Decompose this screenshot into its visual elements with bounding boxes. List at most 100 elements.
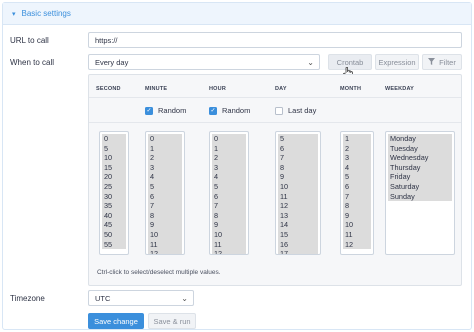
- minute-option[interactable]: 11: [148, 239, 182, 250]
- when-label: When to call: [10, 58, 55, 67]
- second-option[interactable]: 20: [102, 172, 126, 182]
- hour-option[interactable]: 2: [212, 153, 246, 163]
- second-option[interactable]: 45: [102, 220, 126, 230]
- checkbox-label: Random: [222, 106, 251, 115]
- column-header-day: DAY: [275, 86, 287, 92]
- column-header-month: MONTH: [340, 86, 362, 92]
- day-option[interactable]: 17: [278, 249, 318, 254]
- second-option[interactable]: 55: [102, 239, 126, 250]
- minute-list[interactable]: 0 1 2 3 4 5 6 7 8 9 10 11 12: [145, 131, 185, 255]
- second-option[interactable]: 40: [102, 210, 126, 221]
- day-list[interactable]: 5 6 7 8 9 10 11 12 13 14 15 16 17: [275, 131, 321, 255]
- hour-option[interactable]: 7: [212, 201, 246, 211]
- month-option[interactable]: 12: [343, 239, 371, 250]
- day-option[interactable]: 10: [278, 181, 318, 192]
- day-option[interactable]: 12: [278, 201, 318, 211]
- second-list[interactable]: 0 5 10 15 20 25 30 35 40 45 50 55: [99, 131, 129, 255]
- month-option[interactable]: 9: [343, 210, 371, 221]
- hour-option[interactable]: 12: [212, 249, 246, 254]
- weekday-option[interactable]: Sunday: [388, 191, 452, 202]
- hour-random-checkbox[interactable]: ✓ Random: [209, 106, 250, 115]
- weekday-option[interactable]: Saturday: [388, 181, 452, 192]
- tab-filter[interactable]: Filter: [422, 54, 462, 70]
- column-header-minute: MINUTE: [145, 86, 168, 92]
- tab-expression[interactable]: Expression: [375, 54, 419, 70]
- weekday-option[interactable]: Friday: [388, 172, 452, 182]
- month-option[interactable]: 1: [343, 134, 371, 144]
- second-option[interactable]: 50: [102, 229, 126, 240]
- hour-option[interactable]: 3: [212, 162, 246, 173]
- hour-option[interactable]: 11: [212, 239, 246, 250]
- weekday-option[interactable]: Wednesday: [388, 153, 452, 163]
- second-option[interactable]: 10: [102, 153, 126, 163]
- minute-option[interactable]: 7: [148, 201, 182, 211]
- hour-option[interactable]: 8: [212, 210, 246, 221]
- hour-option[interactable]: 4: [212, 172, 246, 182]
- hour-option[interactable]: 5: [212, 181, 246, 192]
- day-option[interactable]: 14: [278, 220, 318, 230]
- month-option[interactable]: 2: [343, 143, 371, 154]
- hour-option[interactable]: 10: [212, 229, 246, 240]
- minute-option[interactable]: 5: [148, 181, 182, 192]
- second-option[interactable]: 30: [102, 191, 126, 202]
- day-last-day-checkbox[interactable]: Last day: [275, 106, 316, 115]
- month-list[interactable]: 1 2 3 4 5 6 7 8 9 10 11 12: [340, 131, 374, 255]
- chevron-down-icon: ⌄: [181, 294, 188, 303]
- chevron-down-icon: ⌄: [307, 58, 314, 67]
- day-option[interactable]: 13: [278, 210, 318, 221]
- month-option[interactable]: 3: [343, 153, 371, 163]
- day-option[interactable]: 5: [278, 134, 318, 144]
- hour-list[interactable]: 0 1 2 3 4 5 6 7 8 9 10 11 12: [209, 131, 249, 255]
- minute-option[interactable]: 8: [148, 210, 182, 221]
- panel-header[interactable]: ▾ Basic settings: [3, 3, 471, 25]
- second-option[interactable]: 35: [102, 201, 126, 211]
- minute-option[interactable]: 9: [148, 220, 182, 230]
- hour-option[interactable]: 9: [212, 220, 246, 230]
- save-run-button[interactable]: Save & run: [148, 313, 196, 329]
- column-header-second: SECOND: [96, 86, 121, 92]
- month-option[interactable]: 8: [343, 201, 371, 211]
- month-option[interactable]: 11: [343, 229, 371, 240]
- month-option[interactable]: 4: [343, 162, 371, 173]
- minute-option[interactable]: 4: [148, 172, 182, 182]
- panel-title: Basic settings: [21, 9, 71, 18]
- minute-option[interactable]: 0: [148, 134, 182, 144]
- minute-option[interactable]: 6: [148, 191, 182, 202]
- month-option[interactable]: 6: [343, 181, 371, 192]
- hour-option[interactable]: 1: [212, 143, 246, 154]
- month-option[interactable]: 7: [343, 191, 371, 202]
- url-value: https://: [95, 35, 118, 45]
- day-option[interactable]: 11: [278, 191, 318, 202]
- save-change-button[interactable]: Save change: [88, 313, 144, 329]
- timezone-label: Timezone: [10, 294, 45, 303]
- multi-select-hint: Ctrl-click to select/deselect multiple v…: [97, 269, 221, 276]
- day-option[interactable]: 9: [278, 172, 318, 182]
- hour-option[interactable]: 0: [212, 134, 246, 144]
- weekday-option[interactable]: Thursday: [388, 162, 452, 173]
- second-option[interactable]: 15: [102, 162, 126, 173]
- day-option[interactable]: 7: [278, 153, 318, 163]
- weekday-option[interactable]: Monday: [388, 134, 452, 144]
- day-option[interactable]: 16: [278, 239, 318, 250]
- day-option[interactable]: 8: [278, 162, 318, 173]
- month-option[interactable]: 5: [343, 172, 371, 182]
- weekday-list[interactable]: Monday Tuesday Wednesday Thursday Friday Satu…: [385, 131, 455, 255]
- timezone-select[interactable]: UTC ⌄: [88, 290, 194, 306]
- minute-option[interactable]: 3: [148, 162, 182, 173]
- url-input[interactable]: https://: [88, 32, 462, 48]
- second-option[interactable]: 0: [102, 134, 126, 144]
- minute-option[interactable]: 10: [148, 229, 182, 240]
- when-select[interactable]: Every day ⌄: [88, 54, 320, 70]
- second-option[interactable]: 25: [102, 181, 126, 192]
- minute-option[interactable]: 2: [148, 153, 182, 163]
- month-option[interactable]: 10: [343, 220, 371, 230]
- tab-crontab-label: Crontab: [336, 57, 364, 67]
- minute-option[interactable]: 12: [148, 249, 182, 254]
- day-option[interactable]: 15: [278, 229, 318, 240]
- minute-random-checkbox[interactable]: ✓ Random: [145, 106, 186, 115]
- second-option[interactable]: 5: [102, 143, 126, 154]
- minute-option[interactable]: 1: [148, 143, 182, 154]
- weekday-option[interactable]: Tuesday: [388, 143, 452, 154]
- hour-option[interactable]: 6: [212, 191, 246, 202]
- day-option[interactable]: 6: [278, 143, 318, 154]
